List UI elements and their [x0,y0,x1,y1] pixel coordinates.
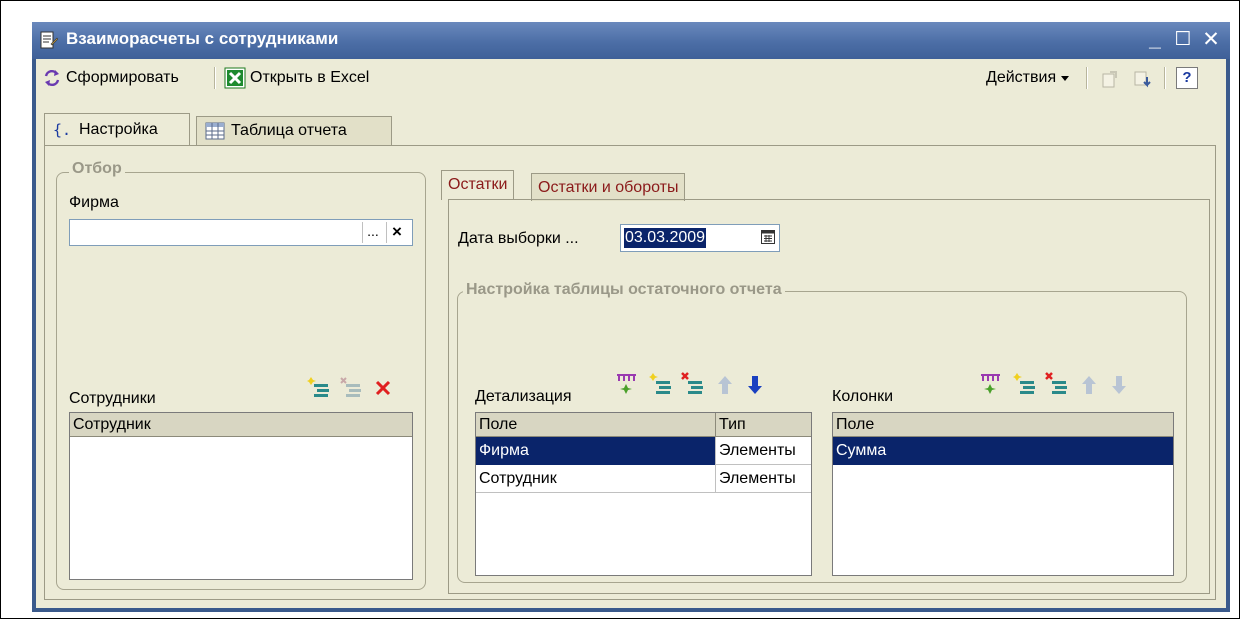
columns-field-column-header[interactable]: Поле [833,413,1173,436]
firm-select-button[interactable]: ... [362,222,383,243]
move-up-icon [718,376,732,394]
svg-text:{..}: {..} [53,121,73,139]
tab-settings-label: Настройка [79,120,158,138]
help-button[interactable]: ? [1176,67,1198,89]
maximize-button[interactable]: ☐ [1170,27,1196,53]
minimize-button[interactable]: _ [1142,27,1168,53]
actions-label: Действия [986,69,1057,86]
firm-clear-button[interactable]: × [386,222,407,243]
settings-tab-page: Отбор Фирма ... × Сотрудники Сотрудник О… [44,145,1216,600]
delete-row-icon [340,377,361,397]
tab-settings[interactable]: {..} Настройка [44,113,190,145]
detail-field-column-header[interactable]: Поле [476,413,716,436]
window-title: Взаиморасчеты с сотрудниками [66,29,339,48]
refresh-icon [44,69,60,87]
move-down-icon [1112,376,1126,394]
calendar-icon[interactable] [761,230,775,244]
firm-field[interactable]: ... × [69,219,413,246]
employees-table[interactable]: Сотрудник [69,412,413,580]
window-client-area: Сформировать Открыть в Excel Действия ? … [36,59,1226,608]
generate-button[interactable]: Сформировать [42,65,179,91]
toolbar-separator [1164,67,1166,89]
close-button[interactable]: ✕ [1198,27,1224,53]
report-window: Взаиморасчеты с сотрудниками _ ☐ ✕ Сформ… [32,22,1230,612]
delete-row-icon[interactable] [681,372,705,396]
table-row[interactable]: Сотрудник Элементы [476,465,811,493]
firm-label: Фирма [69,194,119,211]
employees-column-header[interactable]: Сотрудник [70,413,412,436]
move-down-icon[interactable] [747,374,763,396]
subtab-balances[interactable]: Остатки [441,170,515,200]
delete-row-icon[interactable] [1045,372,1069,396]
clear-list-icon[interactable] [375,380,391,396]
employees-table-header: Сотрудник [70,413,412,437]
employees-label: Сотрудники [69,390,156,407]
sample-date-value: 03.03.2009 [624,228,707,248]
detail-field-cell[interactable]: Сотрудник [476,465,716,493]
toolbar-separator [214,67,216,89]
sample-date-field[interactable]: 03.03.2009 [620,224,780,252]
excel-icon [224,67,246,89]
sample-date-label: Дата выборки ... [458,230,579,247]
command-toolbar: Сформировать Открыть в Excel Действия ? [36,59,1226,97]
balance-table-settings-title: Настройка таблицы остаточного отчета [463,281,785,299]
open-excel-button[interactable]: Открыть в Excel [224,65,369,91]
detail-label: Детализация [475,388,572,405]
tab-report-table-label: Таблица отчета [231,122,347,139]
detail-type-cell[interactable]: Элементы [716,465,811,493]
add-group-icon[interactable] [616,372,640,396]
table-row[interactable]: Сумма [833,437,1173,465]
report-form-icon [40,31,58,49]
columns-label: Колонки [832,388,894,405]
table-icon [205,122,225,140]
save-settings-icon[interactable] [1100,69,1122,91]
columns-table[interactable]: Поле Сумма [832,412,1174,576]
detail-type-column-header[interactable]: Тип [716,413,811,436]
move-up-icon [1082,376,1096,394]
add-row-icon[interactable] [649,372,673,396]
dropdown-arrow-icon [1061,76,1070,81]
actions-menu[interactable]: Действия [986,65,1070,91]
subtab-balances-turnovers[interactable]: Остатки и обороты [531,173,686,201]
detail-type-cell[interactable]: Элементы [716,437,811,465]
braces-icon: {..} [53,121,73,139]
title-bar[interactable]: Взаиморасчеты с сотрудниками _ ☐ ✕ [32,22,1230,59]
detail-table[interactable]: Поле Тип Фирма Элементы Сотрудник Элемен… [475,412,812,576]
columns-field-cell[interactable]: Сумма [833,437,1173,465]
add-group-icon[interactable] [980,372,1004,396]
generate-label: Сформировать [66,69,179,86]
columns-table-header: Поле [833,413,1173,437]
add-row-icon[interactable] [1013,372,1037,396]
filter-group-title: Отбор [69,160,125,178]
open-excel-label: Открыть в Excel [250,69,370,86]
tab-report-table[interactable]: Таблица отчета [196,116,392,145]
add-row-icon[interactable] [307,376,331,398]
detail-table-header: Поле Тип [476,413,811,437]
detail-field-cell[interactable]: Фирма [476,437,716,465]
toolbar-separator [1086,67,1088,89]
table-row[interactable]: Фирма Элементы [476,437,811,465]
restore-settings-icon[interactable] [1132,69,1154,91]
